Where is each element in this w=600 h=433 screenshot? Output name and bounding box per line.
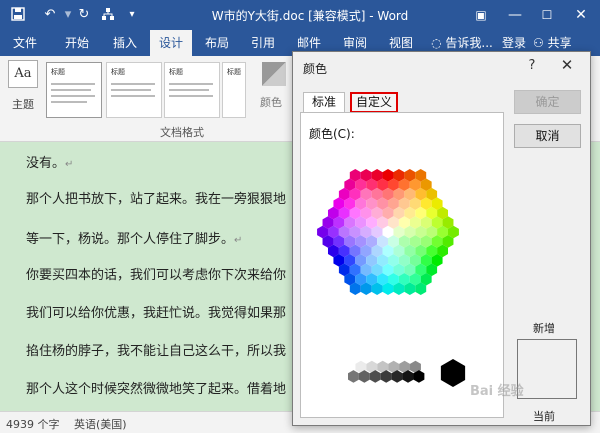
ribbon-display-icon[interactable]: ▣ <box>464 0 498 30</box>
new-color-label: 新增 <box>533 322 555 335</box>
color-honeycomb[interactable] <box>301 113 505 419</box>
save-icon[interactable] <box>10 7 26 23</box>
help-button[interactable]: ? <box>522 58 542 73</box>
colors-button[interactable]: 颜色 <box>260 62 290 112</box>
black-swatch[interactable] <box>440 359 466 387</box>
share-button[interactable]: ⚇ 共享 <box>533 33 579 53</box>
themes-label: 主题 <box>12 98 34 111</box>
lightbulb-icon: ◌ <box>431 36 442 50</box>
style-set-1[interactable]: 标题 <box>46 62 102 118</box>
tab-file[interactable]: 文件 <box>6 30 44 56</box>
tab-standard[interactable]: 标准 <box>303 92 345 113</box>
tab-home[interactable]: 开始 <box>58 30 96 56</box>
paragraph: 掐住杨的脖子，我不能让自己这么干，所以我 <box>26 344 287 359</box>
watermark: Bai 经验 <box>470 384 524 399</box>
tab-insert[interactable]: 插入 <box>106 30 144 56</box>
document-title: W市的Y大街.doc [兼容模式] - Word <box>211 9 409 23</box>
style-set-3[interactable]: 标题 <box>164 62 220 118</box>
paragraph: 那个人把书放下，站了起来。我在一旁狠狠地 <box>26 192 287 207</box>
style-set-title: 标题 <box>51 68 65 76</box>
current-color-label: 当前 <box>533 410 555 423</box>
person-icon: ⚇ <box>533 36 544 50</box>
standard-colors-panel: 颜色(C): <box>300 112 504 418</box>
paragraph-mark: ↵ <box>234 235 243 246</box>
share-label: 共享 <box>547 36 572 50</box>
paragraph: 你要买四本的话，我们可以考虑你下次来给你 <box>26 268 287 283</box>
style-set-title: 标题 <box>227 68 241 76</box>
color-preview <box>517 339 577 399</box>
tab-custom[interactable]: 自定义 <box>350 92 398 113</box>
chevron-down-icon[interactable]: ▾ <box>60 7 76 23</box>
themes-icon: Aa <box>8 60 38 88</box>
paragraph: 等一下，杨说。那个人停住了脚步。↵ <box>26 232 243 247</box>
colors-icon <box>262 62 286 86</box>
word-count[interactable]: 4939 个字 <box>6 416 60 432</box>
customize-qat-icon[interactable] <box>100 7 116 23</box>
paragraph: 我们可以给你优惠，我赶忙说。我觉得如果那 <box>26 306 287 321</box>
redo-icon[interactable]: ↻ <box>76 7 92 23</box>
title-bar: ↶ ▾ ↻ ▾ W市的Y大街.doc [兼容模式] - Word ▣ — ☐ ✕ <box>0 0 600 30</box>
style-set-title: 标题 <box>111 68 125 76</box>
paragraph: 那个人这个时候突然微微地笑了起来。借着地 <box>26 382 287 397</box>
colors-label: 颜色 <box>260 96 282 109</box>
tab-references[interactable]: 引用 <box>244 30 282 56</box>
group-label: 文档格式 <box>160 126 204 139</box>
color-dialog: 颜色 ? ✕ 标准 自定义 颜色(C): 确定 取消 新增 当前 <box>292 51 591 426</box>
tab-design[interactable]: 设计 <box>150 30 192 56</box>
tab-layout[interactable]: 布局 <box>198 30 236 56</box>
maximize-icon[interactable]: ☐ <box>530 0 564 30</box>
style-set-2[interactable]: 标题 <box>106 62 162 118</box>
themes-button[interactable]: Aa 主题 <box>6 60 40 114</box>
paragraph-mark: ↵ <box>65 159 74 170</box>
dropdown-icon[interactable]: ▾ <box>124 7 140 23</box>
style-set-title: 标题 <box>169 68 183 76</box>
ok-button[interactable]: 确定 <box>514 90 581 114</box>
style-set-4[interactable]: 标题 <box>222 62 246 118</box>
language-indicator[interactable]: 英语(美国) <box>74 416 127 432</box>
cancel-button[interactable]: 取消 <box>514 124 581 148</box>
undo-icon[interactable]: ↶ <box>42 7 58 23</box>
minimize-icon[interactable]: — <box>498 0 532 30</box>
close-icon[interactable]: ✕ <box>564 0 598 30</box>
tell-me-text: 告诉我... <box>445 36 493 50</box>
close-button[interactable]: ✕ <box>557 56 577 74</box>
paragraph: 没有。↵ <box>26 156 74 171</box>
dialog-title: 颜色 <box>303 62 328 76</box>
